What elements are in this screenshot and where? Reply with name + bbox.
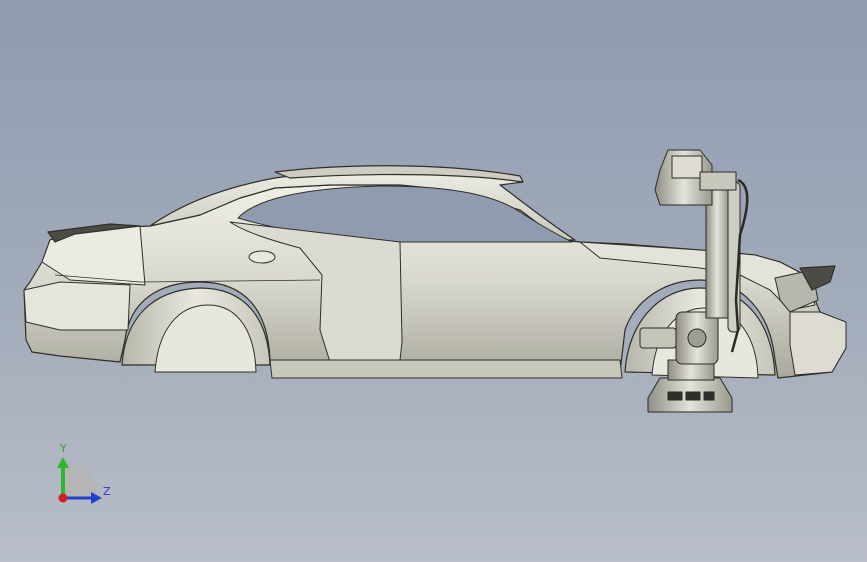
graphics-viewport[interactable]: Y Z	[0, 0, 867, 562]
robot-base-slot-1	[667, 391, 683, 401]
rocker-sill	[269, 359, 623, 379]
x-axis-origin	[58, 493, 68, 503]
robot-flange	[699, 171, 737, 191]
robot-base-slot-3	[703, 391, 715, 401]
rear-bumper	[23, 281, 131, 331]
coordinate-triad: Y Z	[45, 440, 125, 510]
z-axis-label: Z	[103, 485, 111, 498]
robot-motor	[639, 327, 677, 349]
robot-head-face	[671, 155, 703, 179]
front-bumper	[789, 311, 847, 376]
robot-base-slot-2	[685, 391, 701, 401]
fuel-cap	[248, 250, 276, 264]
robot-shoulder-hub	[687, 328, 707, 348]
y-axis-label: Y	[60, 442, 67, 455]
model-view[interactable]	[0, 0, 867, 562]
